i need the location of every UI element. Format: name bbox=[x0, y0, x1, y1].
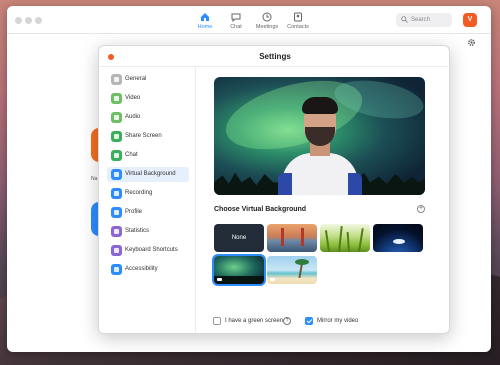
nav-chat-label: Chat bbox=[230, 24, 242, 30]
green-screen-checkbox[interactable] bbox=[213, 317, 221, 325]
video-camera-icon bbox=[111, 93, 122, 104]
video-preview bbox=[214, 77, 425, 195]
background-option-golden-gate[interactable] bbox=[267, 224, 317, 252]
background-option-aurora[interactable] bbox=[212, 254, 266, 286]
sidebar-item-label: Keyboard Shortcuts bbox=[125, 247, 178, 253]
search-icon bbox=[401, 16, 408, 23]
green-screen-label: I have a green screen bbox=[225, 318, 284, 324]
user-video-person bbox=[274, 95, 366, 195]
sidebar-item-label: Video bbox=[125, 95, 141, 101]
video-badge-icon bbox=[217, 278, 222, 281]
window-minimize-control[interactable] bbox=[25, 17, 32, 24]
background-option-beach[interactable] bbox=[267, 256, 317, 284]
sidebar-item-label: Chat bbox=[125, 152, 138, 158]
virtual-background-icon bbox=[111, 169, 122, 180]
sidebar-item-virtual-background[interactable]: Virtual Background bbox=[107, 167, 189, 182]
sidebar-item-audio[interactable]: Audio bbox=[107, 110, 189, 125]
contacts-icon bbox=[294, 12, 302, 22]
sidebar-item-label: General bbox=[125, 76, 147, 82]
help-icon[interactable]: ? bbox=[283, 317, 291, 325]
sidebar-item-label: Share Screen bbox=[125, 133, 162, 139]
gear-icon bbox=[111, 74, 122, 85]
background-option-none[interactable]: None bbox=[214, 224, 264, 252]
tile-caption: Na bbox=[91, 176, 98, 182]
settings-title: Settings bbox=[259, 52, 291, 61]
nav-contacts-label: Contacts bbox=[287, 24, 309, 30]
settings-dialog: Settings General Video Audio Share Scree… bbox=[98, 45, 450, 334]
profile-icon bbox=[111, 207, 122, 218]
background-option-grass[interactable] bbox=[320, 224, 370, 252]
background-option-earth[interactable] bbox=[373, 224, 423, 252]
sidebar-item-label: Virtual Background bbox=[125, 171, 176, 177]
sidebar-item-chat[interactable]: Chat bbox=[107, 148, 189, 163]
clock-icon bbox=[262, 12, 272, 22]
sidebar-item-label: Audio bbox=[125, 114, 141, 120]
search-input[interactable]: Search bbox=[396, 13, 452, 27]
sidebar-item-label: Recording bbox=[125, 190, 153, 196]
video-badge-icon bbox=[270, 278, 275, 281]
nav-meetings-label: Meetings bbox=[255, 24, 279, 30]
sidebar-item-statistics[interactable]: Statistics bbox=[107, 224, 189, 239]
app-titlebar: Home Chat Meetings Contacts Search V bbox=[7, 6, 491, 34]
home-icon bbox=[201, 13, 209, 21]
sidebar-item-label: Statistics bbox=[125, 228, 150, 234]
settings-header: Settings bbox=[99, 46, 449, 67]
accessibility-icon bbox=[111, 264, 122, 275]
nav-chat[interactable]: Chat bbox=[219, 12, 253, 30]
sidebar-item-video[interactable]: Video bbox=[107, 91, 189, 106]
chat-icon bbox=[111, 150, 122, 161]
sidebar-item-label: Profile bbox=[125, 209, 143, 215]
keyboard-icon bbox=[111, 245, 122, 256]
window-zoom-control[interactable] bbox=[35, 17, 42, 24]
sidebar-item-keyboard-shortcuts[interactable]: Keyboard Shortcuts bbox=[107, 243, 189, 258]
mirror-video-label: Mirror my video bbox=[317, 318, 359, 324]
nav-meetings[interactable]: Meetings bbox=[250, 12, 284, 30]
nav-home-label: Home bbox=[197, 24, 213, 30]
mirror-video-checkbox[interactable] bbox=[305, 317, 313, 325]
search-placeholder: Search bbox=[411, 17, 431, 23]
add-background-button[interactable]: + bbox=[417, 205, 425, 213]
chat-icon bbox=[231, 13, 241, 22]
settings-sidebar: General Video Audio Share Screen Chat Vi… bbox=[99, 67, 196, 333]
headphones-icon bbox=[111, 112, 122, 123]
record-icon bbox=[111, 188, 122, 199]
sidebar-item-recording[interactable]: Recording bbox=[107, 186, 189, 201]
sidebar-item-share-screen[interactable]: Share Screen bbox=[107, 129, 189, 144]
share-screen-icon bbox=[111, 131, 122, 142]
sidebar-item-accessibility[interactable]: Accessibility bbox=[107, 262, 189, 277]
sidebar-item-general[interactable]: General bbox=[107, 72, 189, 87]
statistics-icon bbox=[111, 226, 122, 237]
nav-contacts[interactable]: Contacts bbox=[281, 12, 315, 30]
sidebar-item-profile[interactable]: Profile bbox=[107, 205, 189, 220]
avatar[interactable]: V bbox=[463, 13, 477, 27]
nav-home[interactable]: Home bbox=[188, 12, 222, 30]
sidebar-item-label: Accessibility bbox=[125, 266, 158, 272]
choose-background-heading: Choose Virtual Background bbox=[214, 206, 307, 213]
window-close-control[interactable] bbox=[15, 17, 22, 24]
gear-icon[interactable] bbox=[467, 38, 476, 47]
